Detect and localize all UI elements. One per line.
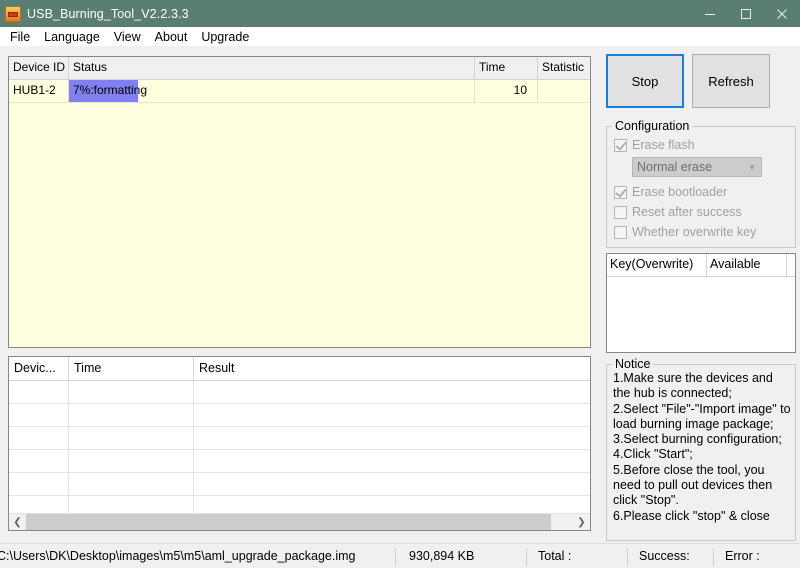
notice-text: 1.Make sure the devices and the hub is c…: [607, 365, 795, 533]
key-table-header: Key(Overwrite) Available: [607, 254, 795, 277]
log-time-cell: [69, 450, 194, 472]
scrollbar-thumb[interactable]: [26, 514, 551, 531]
log-device-cell: [9, 381, 69, 403]
menu-item-upgrade[interactable]: Upgrade: [194, 29, 256, 45]
statistic-cell: [538, 80, 590, 102]
device-table-col-device-id[interactable]: Device ID: [9, 57, 69, 79]
log-time-cell: [69, 381, 194, 403]
menu-item-file[interactable]: File: [3, 29, 37, 45]
table-row[interactable]: [9, 450, 590, 473]
log-table-col-device[interactable]: Devic...: [9, 357, 69, 380]
reset-after-success-label: Reset after success: [632, 205, 742, 219]
progress-bar-label: 7%:formatting: [73, 80, 147, 102]
log-device-cell: [9, 450, 69, 472]
main-content: Device ID Status Time Statistic HUB1-2 7…: [0, 46, 800, 543]
whether-overwrite-key-row[interactable]: Whether overwrite key: [614, 222, 795, 242]
erase-mode-dropdown[interactable]: Normal erase ▼: [632, 157, 762, 177]
log-table-col-time[interactable]: Time: [69, 357, 194, 380]
erase-bootloader-row[interactable]: Erase bootloader: [614, 182, 795, 202]
log-result-cell: [194, 381, 590, 403]
device-table-header: Device ID Status Time Statistic: [9, 57, 590, 80]
log-result-cell: [194, 404, 590, 426]
log-result-cell: [194, 427, 590, 449]
reset-after-success-row[interactable]: Reset after success: [614, 202, 795, 222]
usb-burning-tool-window: USB_Burning_Tool_V2.2.3.3 File L: [0, 0, 800, 568]
status-total: Total :: [527, 544, 627, 568]
chevron-down-icon: ▼: [748, 163, 756, 172]
log-result-cell: [194, 473, 590, 495]
erase-flash-checkbox[interactable]: [614, 139, 627, 152]
log-table-header: Devic... Time Result: [9, 357, 590, 381]
table-row[interactable]: [9, 473, 590, 496]
table-row[interactable]: [9, 427, 590, 450]
log-device-cell: [9, 404, 69, 426]
erase-flash-label: Erase flash: [632, 138, 695, 152]
status-file-path: C:\Users\DK\Desktop\images\m5\m5\aml_upg…: [0, 544, 395, 568]
app-icon: [5, 6, 21, 22]
key-table-col-key[interactable]: Key(Overwrite): [607, 254, 707, 276]
table-row[interactable]: HUB1-2 7%:formatting 10: [9, 80, 590, 103]
right-panel: Stop Refresh Configuration Erase flash N…: [604, 46, 800, 543]
log-table-col-result[interactable]: Result: [194, 357, 590, 380]
status-cell: 7%:formatting: [69, 80, 475, 102]
window-titlebar: USB_Burning_Tool_V2.2.3.3: [0, 0, 800, 27]
whether-overwrite-key-label: Whether overwrite key: [632, 225, 756, 239]
configuration-title: Configuration: [612, 119, 692, 133]
device-table-col-statistic[interactable]: Statistic: [538, 57, 590, 79]
menu-item-about[interactable]: About: [148, 29, 195, 45]
menu-item-language[interactable]: Language: [37, 29, 107, 45]
window-controls: [692, 0, 800, 27]
maximize-icon: [740, 8, 752, 20]
minimize-button[interactable]: [692, 0, 728, 27]
whether-overwrite-key-checkbox[interactable]: [614, 226, 627, 239]
close-icon: [776, 8, 788, 20]
notice-title: Notice: [612, 357, 653, 371]
erase-bootloader-checkbox[interactable]: [614, 186, 627, 199]
erase-mode-value: Normal erase: [637, 160, 712, 174]
log-result-cell: [194, 450, 590, 472]
stop-button[interactable]: Stop: [606, 54, 684, 108]
device-table[interactable]: Device ID Status Time Statistic HUB1-2 7…: [8, 56, 591, 348]
menu-item-view[interactable]: View: [107, 29, 148, 45]
maximize-button[interactable]: [728, 0, 764, 27]
device-table-col-status[interactable]: Status: [69, 57, 475, 79]
chevron-left-icon[interactable]: ❮: [9, 514, 26, 531]
scrollbar-track[interactable]: [26, 514, 573, 531]
notice-group: Notice 1.Make sure the devices and the h…: [606, 364, 796, 541]
configuration-group: Configuration Erase flash Normal erase ▼…: [606, 126, 796, 248]
log-time-cell: [69, 473, 194, 495]
key-table-col-spacer[interactable]: [787, 254, 795, 276]
status-success: Success:: [628, 544, 713, 568]
erase-flash-row[interactable]: Erase flash: [614, 135, 795, 155]
log-table[interactable]: Devic... Time Result ❮ ❯: [8, 356, 591, 531]
time-cell: 10: [475, 80, 538, 102]
status-error: Error :: [714, 544, 799, 568]
device-id-cell: HUB1-2: [9, 80, 69, 102]
key-table-col-available[interactable]: Available: [707, 254, 787, 276]
log-device-cell: [9, 427, 69, 449]
refresh-button[interactable]: Refresh: [692, 54, 770, 108]
log-time-cell: [69, 404, 194, 426]
log-table-body: [9, 381, 590, 519]
minimize-icon: [704, 8, 716, 20]
log-device-cell: [9, 473, 69, 495]
table-row[interactable]: [9, 381, 590, 404]
table-row[interactable]: [9, 404, 590, 427]
progress-bar: 7%:formatting: [69, 80, 474, 102]
chevron-right-icon[interactable]: ❯: [573, 514, 590, 531]
menubar: File Language View About Upgrade: [0, 27, 800, 46]
status-file-size: 930,894 KB: [396, 544, 526, 568]
device-table-col-time[interactable]: Time: [475, 57, 538, 79]
log-table-horizontal-scrollbar[interactable]: ❮ ❯: [9, 513, 590, 530]
key-table[interactable]: Key(Overwrite) Available: [606, 253, 796, 353]
window-title: USB_Burning_Tool_V2.2.3.3: [27, 7, 189, 21]
erase-bootloader-label: Erase bootloader: [632, 185, 727, 199]
statusbar: C:\Users\DK\Desktop\images\m5\m5\aml_upg…: [0, 543, 800, 568]
reset-after-success-checkbox[interactable]: [614, 206, 627, 219]
log-time-cell: [69, 427, 194, 449]
close-button[interactable]: [764, 0, 800, 27]
